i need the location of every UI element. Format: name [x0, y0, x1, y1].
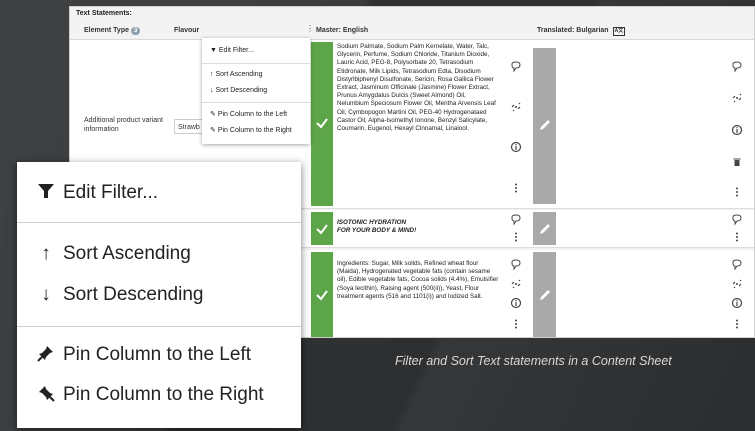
- column-context-menu-enlarged: Edit Filter... ↑ Sort Ascending ↓ Sort Des…: [17, 162, 301, 428]
- menu-divider: [17, 222, 301, 223]
- menu-item-sort-ascending[interactable]: ↑ Sort Ascending: [210, 70, 263, 80]
- menu-item-pin-right[interactable]: ✎ Pin Column to the Right: [210, 126, 292, 136]
- comment-icon[interactable]: [510, 61, 522, 73]
- master-actions: [507, 250, 525, 337]
- approve-button[interactable]: [311, 252, 333, 337]
- column-header-master[interactable]: Master: English: [316, 24, 368, 38]
- trash-icon[interactable]: [731, 156, 743, 168]
- unlink-icon[interactable]: [510, 278, 522, 290]
- element-type-count-badge: 3: [131, 27, 141, 35]
- arrow-down-icon: ↓: [210, 87, 214, 94]
- menu-item-label: Sort Descending: [63, 284, 204, 305]
- more-vertical-icon[interactable]: [731, 231, 743, 243]
- menu-item-sort-descending[interactable]: ↓ Sort Descending: [210, 86, 267, 96]
- menu-item-label: Pin Column to the Left: [63, 344, 251, 365]
- menu-item-pin-left[interactable]: Pin Column to the Left: [37, 343, 251, 367]
- menu-item-sort-ascending[interactable]: ↑ Sort Ascending: [37, 242, 191, 266]
- master-text[interactable]: Ingredients: Sugar, Milk solids, Refined…: [337, 260, 499, 301]
- unlink-icon[interactable]: [731, 278, 743, 290]
- more-vertical-icon[interactable]: [731, 318, 743, 330]
- more-vertical-icon[interactable]: [510, 231, 522, 243]
- menu-item-label: Pin Column to the Right: [63, 384, 264, 405]
- translate-edit-button[interactable]: [533, 252, 556, 337]
- filter-icon: ▼: [210, 47, 217, 54]
- sheet-title: Text Statements:: [76, 10, 132, 17]
- pin-right-icon: [39, 386, 55, 402]
- more-vertical-icon[interactable]: [510, 182, 522, 194]
- arrow-up-icon: ↑: [41, 243, 51, 264]
- arrow-up-icon: ↑: [210, 71, 214, 78]
- column-header-translated[interactable]: Translated: Bulgarian A文: [537, 24, 626, 38]
- menu-item-label: Sort Descending: [215, 87, 268, 94]
- master-text[interactable]: Sodium Palmate, Sodium Palm Kernelate, W…: [337, 43, 499, 133]
- menu-item-label: Edit Filter...: [218, 47, 254, 54]
- pin-left-icon: [37, 346, 53, 362]
- check-icon: [316, 224, 328, 235]
- menu-item-label: Edit Filter...: [63, 182, 159, 203]
- column-header-element-type-label: Element Type: [84, 27, 129, 34]
- master-actions: [507, 210, 525, 247]
- check-icon: [316, 118, 328, 129]
- column-header-flavour[interactable]: Flavour: [174, 24, 199, 38]
- element-type-cell: Additional product variant information: [84, 117, 163, 133]
- pencil-icon: [540, 224, 550, 234]
- more-vertical-icon[interactable]: [510, 318, 522, 330]
- comment-icon[interactable]: [731, 61, 743, 73]
- check-icon: [316, 290, 328, 301]
- comment-icon[interactable]: [731, 259, 743, 271]
- menu-item-edit-filter[interactable]: Edit Filter...: [37, 181, 158, 205]
- translate-icon: A文: [612, 27, 626, 36]
- pencil-icon: [540, 120, 550, 130]
- translated-actions: [728, 250, 746, 337]
- menu-item-pin-left[interactable]: ✎ Pin Column to the Left: [210, 110, 287, 120]
- master-text[interactable]: ISOTONIC HYDRATION FOR YOUR BODY & MIND!: [337, 219, 499, 235]
- unlink-icon[interactable]: [510, 101, 522, 113]
- info-icon[interactable]: [731, 297, 743, 309]
- menu-item-label: Sort Ascending: [63, 243, 191, 264]
- menu-item-edit-filter[interactable]: ▼ Edit Filter...: [210, 46, 254, 56]
- comment-icon[interactable]: [510, 214, 522, 226]
- translated-actions: [728, 210, 746, 247]
- menu-divider: [202, 63, 310, 64]
- menu-item-sort-descending[interactable]: ↓ Sort Descending: [37, 283, 203, 307]
- caption: Filter and Sort Text statements in a Con…: [395, 354, 672, 368]
- info-icon[interactable]: [510, 297, 522, 309]
- translated-actions: [728, 40, 746, 208]
- master-text-line: FOR YOUR BODY & MIND!: [337, 227, 417, 235]
- comment-icon[interactable]: [731, 214, 743, 226]
- pencil-icon: [540, 290, 550, 300]
- info-icon[interactable]: [731, 124, 743, 136]
- column-menu-icon[interactable]: ⋮: [306, 24, 314, 33]
- approve-button[interactable]: [311, 42, 333, 206]
- more-vertical-icon[interactable]: [731, 186, 743, 198]
- column-context-menu: ▼ Edit Filter... ↑ Sort Ascending ↓ Sort…: [202, 38, 310, 144]
- approve-button[interactable]: [311, 212, 333, 245]
- pin-right-icon: ✎: [210, 127, 216, 134]
- menu-item-label: Sort Ascending: [215, 71, 263, 78]
- menu-item-label: Pin Column to the Left: [217, 111, 288, 118]
- translate-edit-button[interactable]: [533, 48, 556, 204]
- info-icon[interactable]: [510, 141, 522, 153]
- arrow-down-icon: ↓: [41, 284, 51, 305]
- comment-icon[interactable]: [510, 259, 522, 271]
- column-header-row: [70, 23, 754, 40]
- column-header-translated-label: Translated: Bulgarian: [537, 27, 609, 34]
- filter-icon: [38, 184, 54, 198]
- pin-left-icon: ✎: [210, 111, 216, 118]
- menu-item-pin-right[interactable]: Pin Column to the Right: [37, 383, 264, 407]
- translate-edit-button[interactable]: [533, 212, 556, 245]
- menu-item-label: Pin Column to the Right: [217, 127, 292, 134]
- menu-divider: [202, 102, 310, 103]
- column-header-element-type[interactable]: Element Type 3: [84, 24, 141, 38]
- unlink-icon[interactable]: [731, 92, 743, 104]
- menu-divider: [17, 326, 301, 327]
- master-text-line: ISOTONIC HYDRATION: [337, 219, 407, 226]
- master-actions: [507, 40, 525, 208]
